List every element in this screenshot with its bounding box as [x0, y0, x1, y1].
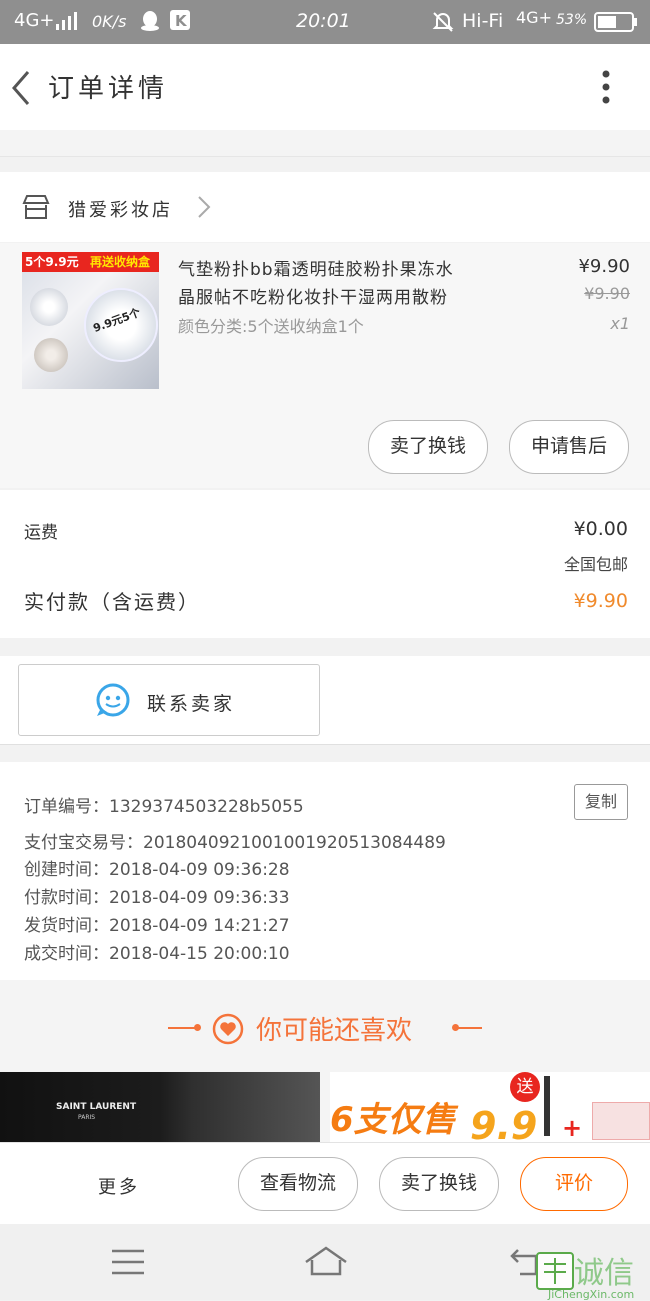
- shipped-time: 发货时间：2018-04-09 14:21:27: [24, 916, 290, 936]
- mute-icon: [432, 11, 454, 38]
- card1-sub: PARIS: [78, 1114, 96, 1121]
- page-title: 订单详情: [48, 74, 169, 104]
- card1-brand: SAINT LAURENT: [56, 1102, 137, 1112]
- home-icon[interactable]: [304, 1246, 348, 1280]
- card2-text: 6支仅售: [330, 1100, 456, 1140]
- plus-icon: +: [562, 1114, 583, 1142]
- copy-button[interactable]: 复制: [574, 784, 628, 820]
- battery-percent: 53%: [556, 12, 588, 28]
- network-speed: 0K/s: [92, 12, 127, 31]
- shop-row[interactable]: 猎爱彩妆店: [0, 172, 650, 242]
- watermark-text: 诚信: [574, 1256, 634, 1291]
- thumbnail-banner: 5个9.9元: [25, 255, 79, 269]
- sell-for-cash-bottom-button[interactable]: 卖了换钱: [379, 1157, 499, 1211]
- puff-small: [30, 288, 68, 326]
- more-menu-icon[interactable]: [596, 68, 616, 108]
- watermark-logo-icon: [536, 1252, 574, 1290]
- view-logistics-button[interactable]: 查看物流: [238, 1157, 358, 1211]
- store-icon: [22, 194, 50, 224]
- chevron-right-icon: [196, 194, 212, 224]
- product-quantity: x1: [610, 314, 630, 333]
- clock: 20:01: [296, 10, 351, 32]
- recommend-title: 你可能还喜欢: [256, 1016, 413, 1046]
- signal-label-right: 4G+: [516, 8, 552, 27]
- product-price: ¥9.90: [578, 256, 630, 277]
- order-number: 订单编号：1329374503228b5055: [24, 797, 304, 817]
- system-nav-bar: 诚信 JiChengXin.com: [0, 1224, 650, 1301]
- back-icon[interactable]: [6, 66, 36, 106]
- mascara-image: [544, 1076, 550, 1136]
- recommend-card-1[interactable]: SAINT LAURENT PARIS: [0, 1072, 320, 1142]
- completed-time: 成交时间：2018-04-15 20:00:10: [24, 944, 290, 964]
- shipping-value: ¥0.00: [573, 518, 628, 540]
- thumbnail-banner-gift: 再送收纳盒: [90, 255, 151, 269]
- recommend-card-2[interactable]: 6支仅售 送 9.9 +: [330, 1072, 650, 1142]
- battery-icon: [594, 12, 638, 37]
- menu-icon[interactable]: [112, 1248, 144, 1280]
- card2-price: 9.9: [470, 1104, 538, 1142]
- paid-value: ¥9.90: [573, 590, 628, 612]
- chat-bubble-icon: [95, 682, 131, 722]
- section-divider: [0, 130, 650, 157]
- shop-name: 猎爱彩妆店: [68, 200, 173, 221]
- product-title-line2: 晶服帖不吃粉化妆扑干湿两用散粉: [178, 288, 448, 308]
- signal-label-left: 4G+: [14, 10, 55, 31]
- product-title-line1: 气垫粉扑bb霜透明硅胶粉扑果冻水: [178, 260, 454, 280]
- paid-time: 付款时间：2018-04-09 09:36:33: [24, 888, 290, 908]
- contact-seller-label: 联系卖家: [147, 693, 236, 715]
- more-button[interactable]: 更多: [98, 1173, 140, 1199]
- qq-icon: [140, 10, 160, 37]
- product-original-price: ¥9.90: [584, 284, 630, 303]
- product-title[interactable]: 气垫粉扑bb霜透明硅胶粉扑果冻水 晶服帖不吃粉化妆扑干湿两用散粉: [178, 256, 518, 312]
- svg-text:K: K: [175, 12, 188, 30]
- bottom-action-bar: 更多 查看物流 卖了换钱 评价: [0, 1142, 650, 1225]
- status-bar: 4G+ 0K/s K 20:01 Hi-Fi 4G+ 53%: [0, 0, 650, 44]
- card2-badge: 送: [510, 1072, 540, 1102]
- fee-section: 运费 ¥0.00 全国包邮 实付款（含运费） ¥9.90: [0, 490, 650, 638]
- shipping-note: 全国包邮: [563, 555, 628, 574]
- product-thumbnail[interactable]: 5个9.9元 再送收纳盒 9.9元5个: [22, 252, 159, 389]
- review-button[interactable]: 评价: [520, 1157, 628, 1211]
- wifi-label: Hi-Fi: [462, 10, 504, 32]
- paid-label: 实付款（含运费）: [24, 590, 200, 614]
- heart-icon: [212, 1013, 244, 1049]
- gift-image: [592, 1102, 650, 1140]
- order-info-section: 订单编号：1329374503228b5055 复制 支付宝交易号：201804…: [0, 762, 650, 980]
- apply-after-sale-button[interactable]: 申请售后: [509, 420, 629, 474]
- contact-seller-button[interactable]: 联系卖家: [18, 664, 320, 736]
- signal-bars-icon: [56, 12, 80, 35]
- product-sku: 颜色分类:5个送收纳盒1个: [178, 317, 364, 336]
- sell-for-cash-button[interactable]: 卖了换钱: [368, 420, 488, 474]
- divider-dot-left: [194, 1024, 201, 1031]
- divider-right: [456, 1027, 482, 1029]
- puff-small-2: [34, 338, 68, 372]
- alipay-trade-number: 支付宝交易号：2018040921001001920513084489: [24, 833, 446, 853]
- recommend-section: 你可能还喜欢 SAINT LAURENT PARIS 6支仅售 送 9.9 +: [0, 980, 650, 1142]
- nav-bar: 订单详情: [0, 44, 650, 130]
- watermark-url: JiChengXin.com: [548, 1288, 635, 1301]
- app-k-icon: K: [170, 10, 190, 35]
- created-time: 创建时间：2018-04-09 09:36:28: [24, 860, 290, 880]
- shipping-label: 运费: [24, 523, 58, 543]
